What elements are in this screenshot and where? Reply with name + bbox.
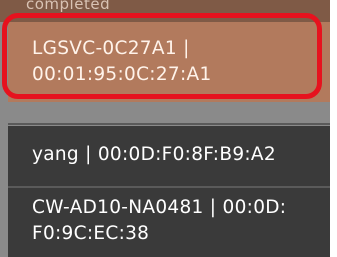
status-label: completed — [26, 0, 111, 13]
device-item[interactable]: CW-AD10-NA0481 | 00:0D: F0:9C:EC:38 — [8, 188, 330, 257]
device-mac: F0:9C:EC:38 — [32, 223, 150, 244]
device-label: yang | 00:0D:F0:8F:B9:A2 — [32, 144, 276, 165]
annotation-highlight-box — [2, 13, 322, 99]
list-divider — [8, 123, 330, 125]
device-list-screen: completed LGSVC-0C27A1 | 00:01:95:0C:27:… — [0, 0, 337, 257]
device-name: CW-AD10-NA0481 | 00:0D: — [32, 197, 287, 218]
device-item[interactable]: yang | 00:0D:F0:8F:B9:A2 — [8, 126, 330, 186]
